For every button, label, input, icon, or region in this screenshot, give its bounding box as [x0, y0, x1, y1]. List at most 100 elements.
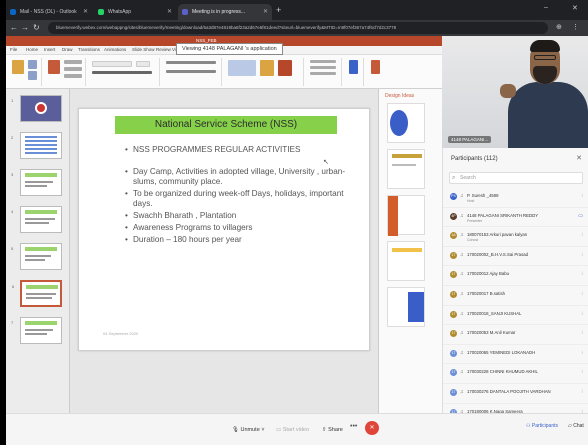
- dictate-icon[interactable]: [349, 60, 358, 74]
- reset-icon[interactable]: [64, 67, 82, 71]
- participant-row[interactable]: 17 ♫ 170030276 DANTALA POOJITH VARDHAN ⁝: [443, 384, 588, 404]
- quick-styles-icon[interactable]: [278, 60, 292, 76]
- design-idea-thumbnail[interactable]: [387, 103, 425, 143]
- participant-row[interactable]: 4P ♫ 4148 PALAGANI SRIKANTH REDDY Presen…: [443, 208, 588, 228]
- chat-button[interactable]: ▱ Chat: [568, 423, 584, 429]
- close-icon[interactable]: ✕: [83, 4, 88, 20]
- current-slide[interactable]: National Service Scheme (NSS) NSS PROGRA…: [78, 108, 370, 351]
- share-button[interactable]: ⇧ Share: [322, 423, 343, 437]
- tab-file[interactable]: File: [10, 47, 17, 52]
- tab-home[interactable]: Home: [26, 47, 38, 52]
- mic-icon: ♫: [460, 369, 464, 376]
- mic-status-icon: ⁝: [581, 388, 583, 395]
- participant-row[interactable]: 17 ♫ 170020017 B.satish ⁝: [443, 286, 588, 306]
- slide-thumbnail[interactable]: 4: [11, 206, 62, 233]
- arrange-icon[interactable]: [260, 60, 274, 76]
- unmute-button[interactable]: 🎙︎ Unmute ˅: [232, 423, 265, 437]
- text-preview: [26, 293, 56, 295]
- participant-row[interactable]: 17 ♫ 170020002_B.H.V.S.Sai Prasad ⁝: [443, 247, 588, 267]
- design-idea-thumbnail[interactable]: [387, 149, 425, 189]
- tab-insert[interactable]: Insert: [44, 47, 55, 52]
- viewing-application-banner: Viewing 4148 PALAGANI 's application: [176, 43, 283, 55]
- presenting-icon: ▭: [578, 212, 583, 219]
- replace-icon[interactable]: [310, 66, 336, 69]
- tab-transitions[interactable]: Transitions: [78, 47, 100, 52]
- avatar: 17: [450, 388, 457, 396]
- new-slide-icon[interactable]: [48, 60, 60, 74]
- paste-icon[interactable]: [12, 60, 24, 74]
- close-icon[interactable]: ✕: [263, 4, 268, 20]
- design-ideas-icon[interactable]: [371, 60, 380, 74]
- back-icon[interactable]: ←: [10, 23, 18, 32]
- participant-role: Host: [467, 199, 475, 203]
- participants-search-input[interactable]: ⌕ Search: [449, 172, 583, 184]
- slide-thumbnail-selected[interactable]: 6: [12, 280, 62, 307]
- list-buttons[interactable]: [166, 61, 216, 64]
- design-idea-thumbnail[interactable]: [387, 195, 425, 236]
- slide-thumbnail[interactable]: 2: [11, 132, 62, 159]
- design-idea-thumbnail[interactable]: [387, 241, 425, 281]
- tab-review[interactable]: Review: [156, 47, 171, 52]
- participant-row[interactable]: 17 ♫ 170020018_SANJI KUSHAL ⁝: [443, 306, 588, 326]
- new-tab-icon[interactable]: +: [276, 5, 281, 15]
- ribbon-group-font: [88, 58, 160, 86]
- start-video-button[interactable]: ▭ Start video: [276, 423, 309, 437]
- url-input[interactable]: bluemeverify.webex.com/webappng/sites/bl…: [48, 22, 548, 34]
- tab-draw[interactable]: Draw: [62, 47, 73, 52]
- design-shape: [388, 196, 398, 236]
- tab-webex-meeting[interactable]: Meeting is in progress... ✕: [178, 4, 272, 20]
- slide-number: 7: [11, 320, 14, 325]
- presenter-hand: [500, 84, 516, 98]
- participants-list: PS ♫ P. Suresh _4588 Host ⁝ 4P ♫ 4148 PA…: [443, 188, 588, 424]
- participant-row[interactable]: 1A ♫ 180070153 Arkuri pavan kalyan Cohos…: [443, 227, 588, 247]
- ribbon-group-voice: [344, 58, 364, 86]
- section-icon[interactable]: [64, 74, 82, 78]
- ribbon-group-paragraph: [162, 58, 222, 86]
- participants-button[interactable]: ⚇ Participants: [526, 423, 558, 429]
- cut-icon[interactable]: [28, 60, 37, 69]
- slide-thumbnail[interactable]: 7: [11, 317, 62, 344]
- ppt-workspace: 1 2 3 4 5 6 7 National Service Scheme (N…: [6, 89, 442, 413]
- close-window-icon[interactable]: ✕: [572, 4, 578, 12]
- participant-row[interactable]: PS ♫ P. Suresh _4588 Host ⁝: [443, 188, 588, 208]
- text-preview: [25, 222, 49, 224]
- layout-icon[interactable]: [64, 60, 82, 64]
- tab-outlook[interactable]: Mail - NSS (DL) - Outlook ✕: [6, 4, 92, 20]
- font-style-buttons[interactable]: [92, 71, 152, 74]
- participant-name: 170020053 M.Anil Kumar: [467, 330, 516, 336]
- shapes-gallery[interactable]: [228, 60, 256, 76]
- font-size-select[interactable]: [136, 61, 150, 67]
- find-icon[interactable]: [310, 60, 336, 63]
- close-icon[interactable]: ✕: [576, 154, 582, 162]
- reload-icon[interactable]: ↻: [33, 23, 40, 32]
- design-idea-thumbnail[interactable]: [387, 287, 425, 327]
- slide-thumbnail[interactable]: 3: [11, 169, 62, 196]
- select-icon[interactable]: [310, 72, 336, 75]
- tab-animations[interactable]: Animations: [104, 47, 126, 52]
- copy-icon[interactable]: [28, 71, 37, 80]
- video-off-icon: ▭: [276, 427, 282, 433]
- slide-thumbnail[interactable]: 1: [11, 95, 62, 122]
- menu-icon[interactable]: ⋮: [572, 23, 579, 31]
- tab-slide-show[interactable]: Slide Show: [132, 47, 155, 52]
- align-buttons[interactable]: [166, 70, 216, 73]
- text-preview: [25, 185, 47, 187]
- extensions-icon[interactable]: ⊕: [556, 23, 562, 31]
- participant-row[interactable]: 17 ♫ 170020012 Ajay Babu ⁝: [443, 266, 588, 286]
- unmute-label: Unmute: [240, 427, 260, 433]
- leave-meeting-button[interactable]: ✕: [365, 421, 379, 435]
- tab-whatsapp[interactable]: WhatsApp ✕: [94, 4, 176, 20]
- close-icon[interactable]: ✕: [167, 4, 172, 20]
- font-family-select[interactable]: [92, 61, 132, 67]
- participants-label: Participants: [531, 423, 558, 429]
- participant-row[interactable]: 17 ♫ 170020065 YEMINEDI LOKANADH ⁝: [443, 345, 588, 365]
- minimize-icon[interactable]: –: [544, 4, 548, 11]
- forward-icon[interactable]: →: [21, 23, 29, 32]
- text-preview: [25, 333, 47, 335]
- slide-bullet: Awareness Programs to villagers: [125, 223, 365, 233]
- slide-thumbnail[interactable]: 5: [11, 243, 62, 270]
- participant-row[interactable]: 17 ♫ 170030228 CHINNI KHUMUD AKHIL ⁝: [443, 364, 588, 384]
- slide-thumbnail-pane: 1 2 3 4 5 6 7: [6, 89, 70, 413]
- more-options-button[interactable]: •••: [350, 423, 357, 430]
- participant-row[interactable]: 17 ♫ 170020053 M.Anil Kumar ⁝: [443, 325, 588, 345]
